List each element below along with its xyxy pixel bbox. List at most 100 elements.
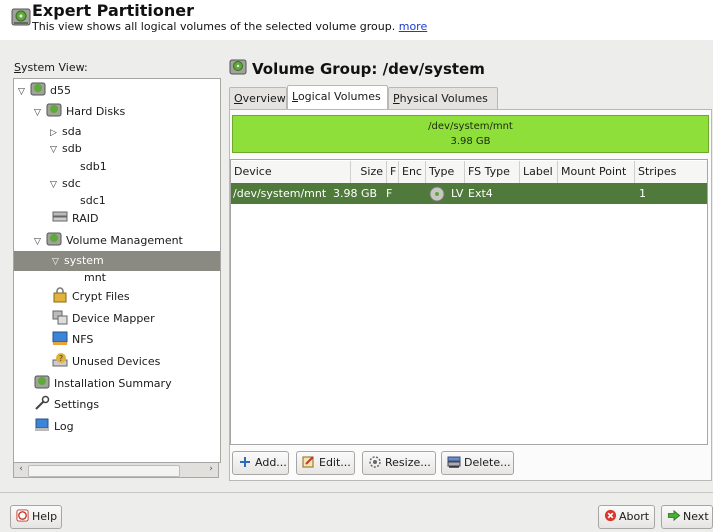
column-header-f[interactable]: F [387,161,399,183]
tree-node-label: sda [62,125,82,138]
page-title: Expert Partitioner [32,1,195,20]
tree-node-label: Hard Disks [66,105,126,118]
add-icon [240,457,250,467]
abort-button[interactable]: Abort [598,505,655,529]
tree-node-volume-management[interactable]: ▽ Volume Management [34,231,183,251]
tab-physical-volumes[interactable]: Physical Volumes [388,87,498,109]
cell-type: LV [451,187,464,200]
expand-arrow-icon[interactable]: ▽ [34,103,46,123]
abort-button-label: Abort [619,510,650,523]
device-mapper-icon [52,310,68,325]
resize-button-label: Resize... [385,456,431,469]
scrollbar-thumb[interactable] [28,465,180,477]
expand-arrow-icon[interactable]: ▽ [18,82,30,102]
nfs-icon [52,331,68,345]
tree-node-hard-disks[interactable]: ▽ Hard Disks [34,102,125,122]
harddisk-icon [11,8,31,26]
tree-node-sdc1[interactable]: sdc1 [80,191,106,211]
tree-node-sdb1[interactable]: sdb1 [80,157,107,177]
tree-node-settings[interactable]: Settings [34,395,99,415]
raid-icon [52,211,68,222]
column-header-size[interactable]: Size [351,161,387,183]
more-link[interactable]: more [399,20,428,33]
resize-icon [369,456,381,468]
lock-icon [53,287,67,303]
tree-node-label: system [64,254,104,267]
expand-arrow-icon[interactable]: ▽ [50,175,62,195]
system-view-label-rest: ystem View: [20,61,88,74]
resize-button[interactable]: Resize... [362,451,436,475]
next-button-label: Next [683,510,709,523]
delete-button[interactable]: Delete... [441,451,514,475]
column-header-mount-point[interactable]: Mount Point [558,161,635,183]
tab-overview[interactable]: Overview [229,87,287,109]
tree-horizontal-scrollbar[interactable]: ‹ › [13,462,219,478]
svg-text:?: ? [59,354,63,363]
abort-icon [604,509,617,522]
system-view-tree[interactable]: ▽ d55 ▽ Hard Disks ▷ sda ▽ sdb sdb1 ▽ sdc sdc… [13,78,221,463]
help-button[interactable]: Help [10,505,62,529]
add-button-label: Add... [255,456,287,469]
delete-button-label: Delete... [464,456,511,469]
add-button[interactable]: Add... [232,451,289,475]
tree-node-unused-devices[interactable]: ? Unused Devices [52,352,160,372]
tree-node-label: Settings [54,398,100,411]
tree-node-mnt[interactable]: mnt [84,268,106,288]
harddisk-icon [30,82,46,96]
page-subtitle: This view shows all logical volumes of t… [32,20,427,33]
tree-node-label: mnt [84,271,106,284]
cell-stripes: 1 [639,187,646,200]
tree-node-label: Device Mapper [72,312,155,325]
tab-physical-volumes-rest: hysical Volumes [399,92,488,105]
volume-usage-bar: /dev/system/mnt 3.98 GB [232,115,709,153]
cell-device: /dev/system/mnt [233,187,327,200]
footer-divider [0,492,713,493]
tree-node-label: Volume Management [66,234,183,247]
column-header-device[interactable]: Device [231,161,351,183]
tab-logical-volumes[interactable]: Logical Volumes [287,85,388,110]
tree-node-label: d55 [50,84,71,97]
column-header-fs-type[interactable]: FS Type [465,161,520,183]
scroll-right-arrow-icon[interactable]: › [205,464,217,474]
column-header-stripes[interactable]: Stripes [635,161,707,183]
tree-node-nfs[interactable]: NFS [52,330,93,350]
next-button[interactable]: Next [661,505,713,529]
harddisk-icon [46,103,62,117]
tree-node-label: RAID [72,212,99,225]
bar-volume-size: 3.98 GB [450,136,491,147]
help-icon [16,509,29,522]
expand-arrow-icon[interactable]: ▽ [34,232,46,252]
column-header-label[interactable]: Label [520,161,558,183]
next-arrow-icon [667,509,681,522]
edit-button-label: Edit... [319,456,351,469]
bar-volume-name: /dev/system/mnt [428,121,513,132]
column-header-type[interactable]: Type [426,161,465,183]
tree-node-raid[interactable]: RAID [52,209,98,229]
harddisk-icon [34,375,50,389]
tree-node-d55[interactable]: ▽ d55 [18,81,71,101]
tree-node-sdc[interactable]: ▽ sdc [50,174,81,194]
tree-node-sdb[interactable]: ▽ sdb [50,139,82,159]
help-button-label: Help [32,510,58,523]
log-icon [35,418,49,431]
cell-f: F [386,187,393,200]
tree-node-crypt-files[interactable]: Crypt Files [52,287,130,307]
tree-node-system[interactable]: ▽ system [14,251,220,271]
tree-node-log[interactable]: Log [34,417,74,437]
tree-node-label: Unused Devices [72,355,161,368]
tree-node-installation-summary[interactable]: Installation Summary [34,374,172,394]
column-header-enc[interactable]: Enc [399,161,426,183]
edit-button[interactable]: Edit... [296,451,355,475]
tree-node-label: Log [54,420,74,433]
table-row[interactable]: /dev/system/mnt 3.98 GB F LV Ext4 1 [231,183,707,204]
tree-node-label: sdb1 [80,160,107,173]
tree-node-device-mapper[interactable]: Device Mapper [52,309,155,329]
tree-node-label: Installation Summary [54,377,172,390]
tree-node-label: sdc1 [80,194,106,207]
scroll-left-arrow-icon[interactable]: ‹ [15,464,27,474]
delete-icon [447,456,461,468]
expand-arrow-icon[interactable]: ▽ [50,140,62,160]
tree-node-label: NFS [72,333,94,346]
tab-logical-volumes-rest: ogical Volumes [297,90,381,103]
expand-arrow-icon[interactable]: ▽ [52,252,64,272]
